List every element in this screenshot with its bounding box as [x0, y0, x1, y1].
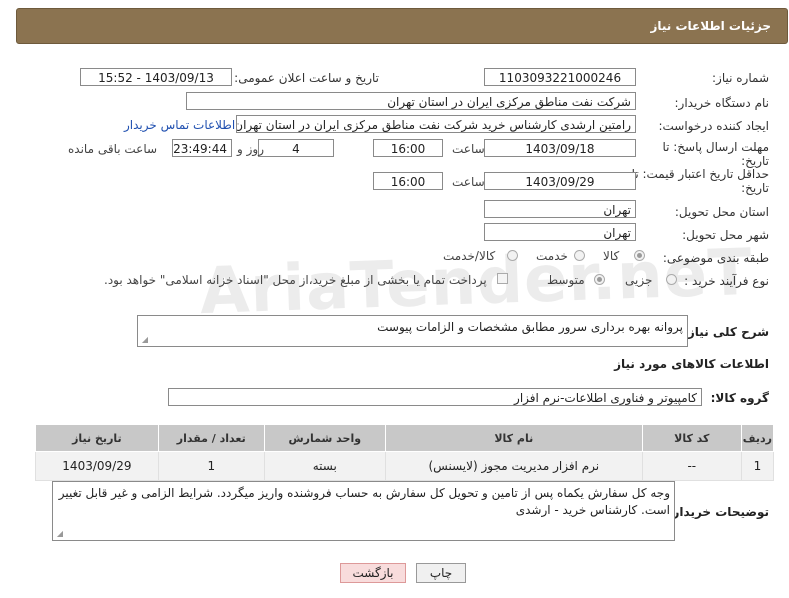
category-label: طبقه بندی موضوعی: [662, 251, 769, 265]
description-textarea[interactable]: پروانه بهره برداری سرور مطابق مشخصات و ا… [137, 315, 688, 347]
buyer-contact-link[interactable]: اطلاعات تماس خریدار [124, 118, 235, 132]
deadline-time-label: ساعت [452, 142, 485, 156]
goods-table: ردیف کد کالا نام کالا واحد شمارش تعداد /… [35, 424, 775, 481]
deadline-date-label: تاریخ: [741, 154, 769, 168]
process-medium-label: متوسط [547, 273, 585, 287]
treasury-payment-note: پرداخت تمام یا بخشی از مبلغ خرید،از محل … [104, 273, 487, 287]
back-button[interactable]: بازگشت [340, 563, 406, 583]
print-button[interactable]: چاپ [416, 563, 466, 583]
col-unit: واحد شمارش [263, 424, 386, 452]
validity-date-field: 1403/09/29 [484, 172, 636, 190]
table-row: 1 -- نرم افزار مدیریت مجوز (لایسنس) بسته… [35, 451, 775, 481]
deadline-time-field: 16:00 [373, 139, 443, 157]
buyer-notes-text: وجه کل سفارش یکماه پس از تامین و تحویل ک… [58, 486, 670, 517]
description-label: شرح کلی نیاز: [683, 325, 769, 339]
city-label: شهر محل تحویل: [682, 228, 769, 242]
announce-date-label: تاریخ و ساعت اعلان عمومی: [234, 71, 379, 85]
deadline-label: مهلت ارسال پاسخ: تا [662, 140, 769, 154]
cell-item-name: نرم افزار مدیریت مجوز (لایسنس) [384, 451, 643, 481]
category-goods-service-label: کالا/خدمت [443, 249, 496, 263]
validity-time-label: ساعت [452, 175, 485, 189]
page-header: جزئیات اطلاعات نیاز [16, 8, 788, 44]
validity-date-label: تاریخ: [741, 181, 769, 195]
need-number-label: شماره نیاز: [712, 71, 769, 85]
col-quantity: تعداد / مقدار [157, 424, 265, 452]
category-service-radio[interactable] [574, 250, 585, 261]
cell-quantity: 1 [157, 451, 265, 481]
goods-section-title: اطلاعات کالاهای مورد نیاز [614, 357, 769, 371]
cell-unit: بسته [263, 451, 386, 481]
buyer-org-label: نام دستگاه خریدار: [674, 96, 770, 110]
remaining-label: ساعت باقی مانده [68, 142, 158, 156]
col-row-number: ردیف [740, 424, 775, 452]
need-number-field: 1103093221000246 [484, 68, 636, 86]
process-medium-radio[interactable] [594, 274, 605, 285]
days-label: روز و [237, 142, 264, 156]
treasury-payment-checkbox[interactable] [497, 273, 508, 284]
buyer-notes-textarea[interactable]: وجه کل سفارش یکماه پس از تامین و تحویل ک… [52, 481, 675, 541]
province-field: تهران [484, 200, 636, 218]
category-goods-radio[interactable] [634, 250, 645, 261]
cell-row-number: 1 [740, 451, 775, 481]
remaining-time-field: 23:49:44 [172, 139, 232, 157]
cell-need-date: 1403/09/29 [35, 451, 159, 481]
process-minor-radio[interactable] [666, 274, 677, 285]
col-need-date: تاریخ نیاز [35, 424, 159, 452]
category-goods-label: کالا [603, 249, 620, 263]
category-service-label: خدمت [536, 249, 568, 263]
process-type-label: نوع فرآیند خرید : [684, 274, 769, 288]
goods-group-label: گروه کالا: [710, 391, 769, 405]
creator-label: ایجاد کننده درخواست: [658, 119, 769, 133]
city-field: تهران [484, 223, 636, 241]
goods-table-header: ردیف کد کالا نام کالا واحد شمارش تعداد /… [35, 424, 775, 452]
description-text: پروانه بهره برداری سرور مطابق مشخصات و ا… [377, 320, 683, 334]
validity-label: حداقل تاریخ اعتبار قیمت: تا [631, 167, 769, 181]
col-item-name: نام کالا [384, 424, 643, 452]
cell-item-code: -- [641, 451, 742, 481]
buyer-org-field: شرکت نفت مناطق مرکزی ایران در استان تهرا… [186, 92, 636, 110]
deadline-date-field: 1403/09/18 [484, 139, 636, 157]
resize-grip-icon[interactable]: ◢ [140, 336, 148, 344]
category-goods-service-radio[interactable] [507, 250, 518, 261]
creator-field: رامتین ارشدی کارشناس خرید شرکت نفت مناطق… [236, 115, 636, 133]
page-title: جزئیات اطلاعات نیاز [650, 19, 771, 33]
buyer-notes-label: توضیحات خریدار: [667, 505, 769, 519]
goods-group-field: کامپیوتر و فناوری اطلاعات-نرم افزار [168, 388, 702, 406]
days-field: 4 [258, 139, 334, 157]
process-minor-label: جزیی [625, 273, 653, 287]
col-item-code: کد کالا [641, 424, 742, 452]
province-label: استان محل تحویل: [674, 205, 769, 219]
validity-time-field: 16:00 [373, 172, 443, 190]
announce-date-field: 1403/09/13 - 15:52 [80, 68, 232, 86]
resize-grip-icon[interactable]: ◢ [55, 530, 63, 538]
